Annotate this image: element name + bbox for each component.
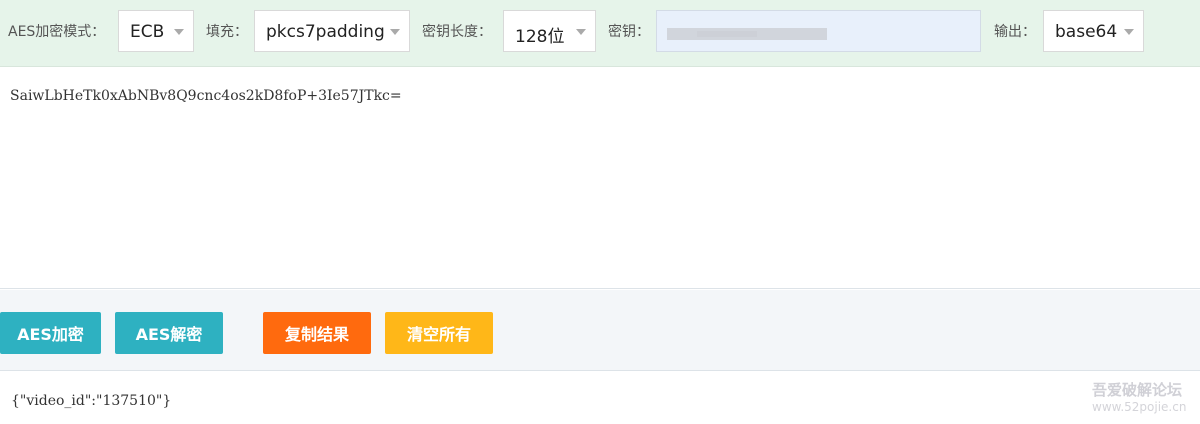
mode-value: ECB — [130, 22, 165, 42]
output-format-select[interactable]: base64 — [1043, 10, 1144, 52]
watermark-logo: 吾爱破解论坛 — [1092, 381, 1183, 399]
output-format-value: base64 — [1055, 22, 1118, 42]
padding-label: 填充： — [206, 24, 248, 40]
chevron-down-icon — [1124, 29, 1134, 35]
aes-decrypt-button[interactable]: AES解密 — [115, 312, 223, 354]
key-input[interactable] — [656, 10, 981, 52]
options-toolbar: AES加密模式： ECB 填充： pkcs7padding 密钥长度： 128位… — [0, 0, 1200, 67]
source-text: {"video_id":"137510"} — [11, 393, 172, 409]
mode-label: AES加密模式： — [8, 24, 106, 40]
mode-select[interactable]: ECB — [118, 10, 194, 52]
watermark-url: www.52pojie.cn — [1092, 400, 1187, 414]
copy-result-button[interactable]: 复制结果 — [263, 312, 371, 354]
source-textarea[interactable]: {"video_id":"137510"} — [0, 371, 1200, 424]
keylen-select[interactable]: 128位 — [503, 10, 596, 52]
keylen-label: 密钥长度： — [422, 24, 492, 40]
aes-encrypt-button[interactable]: AES加密 — [0, 312, 101, 354]
result-text: SaiwLbHeTk0xAbNBv8Q9cnc4os2kD8foP+3Ie57J… — [10, 88, 402, 104]
chevron-down-icon — [390, 29, 400, 35]
action-bar: AES加密 AES解密 复制结果 清空所有 — [0, 290, 1200, 371]
output-format-label: 输出： — [994, 24, 1036, 40]
key-label: 密钥： — [608, 24, 650, 40]
result-textarea[interactable]: SaiwLbHeTk0xAbNBv8Q9cnc4os2kD8foP+3Ie57J… — [0, 67, 1200, 289]
keylen-value: 128位 — [515, 27, 565, 47]
padding-value: pkcs7padding — [266, 22, 385, 42]
chevron-down-icon — [576, 29, 586, 35]
clear-all-button[interactable]: 清空所有 — [385, 312, 493, 354]
chevron-down-icon — [174, 29, 184, 35]
redacted-key-shade — [697, 31, 757, 37]
padding-select[interactable]: pkcs7padding — [254, 10, 410, 52]
